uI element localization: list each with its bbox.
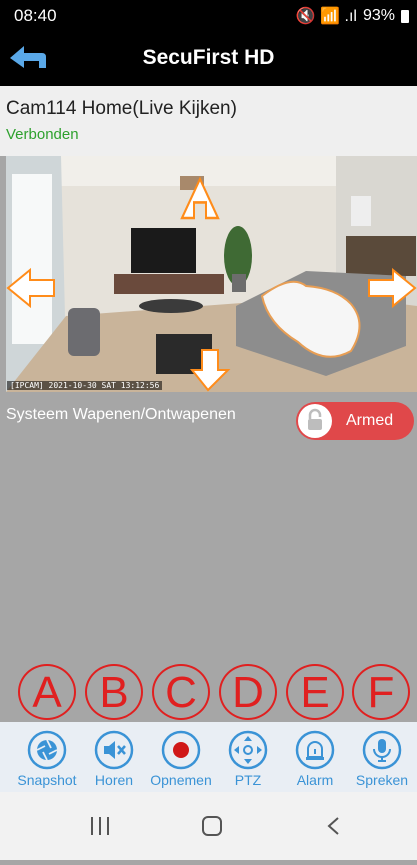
ptz-button[interactable]: PTZ xyxy=(214,722,282,792)
control-toolbar: Snapshot Horen Opnemen PTZ Alarm Spreken xyxy=(0,722,417,792)
system-navigation-bar xyxy=(0,792,417,860)
snapshot-label: Snapshot xyxy=(17,772,77,788)
camera-name: Cam114 Home(Live Kijken) xyxy=(6,98,237,119)
back-nav-icon[interactable] xyxy=(318,812,350,840)
speaker-mute-icon xyxy=(94,730,134,770)
microphone-icon xyxy=(362,730,402,770)
signal-icons: 🔇 📶 .ıl xyxy=(295,8,357,25)
listen-label: Horen xyxy=(94,772,134,788)
camera-shutter-icon xyxy=(27,730,67,770)
annotation-c: C xyxy=(152,664,210,720)
annotation-a: A xyxy=(18,664,76,720)
video-timestamp: [IPCAM] 2021-10-30 SAT 13:12:56 xyxy=(7,381,163,390)
record-icon xyxy=(161,730,201,770)
alarm-button[interactable]: Alarm xyxy=(281,722,349,792)
battery-icon xyxy=(401,9,409,23)
battery-level: 93% xyxy=(362,7,395,24)
record-button[interactable]: Opnemen xyxy=(147,722,215,792)
annotation-b: B xyxy=(85,664,143,720)
live-video-view[interactable]: [IPCAM] 2021-10-30 SAT 13:12:56 xyxy=(6,156,417,392)
alarm-label: Alarm xyxy=(296,772,334,788)
home-icon[interactable] xyxy=(196,812,228,840)
listen-button[interactable]: Horen xyxy=(80,722,148,792)
annotation-d: D xyxy=(219,664,277,720)
live-video-frame xyxy=(6,156,417,392)
connection-status: Verbonden xyxy=(6,126,79,143)
arm-disarm-label: Systeem Wapenen/Ontwapenen xyxy=(6,406,236,423)
alarm-light-icon xyxy=(295,730,335,770)
app-bar: SecuFirst HD xyxy=(0,30,417,86)
snapshot-button[interactable]: Snapshot xyxy=(13,722,81,792)
talk-button[interactable]: Spreken xyxy=(348,722,416,792)
annotation-letters: A B C D E F xyxy=(0,664,417,722)
ptz-arrows-icon xyxy=(228,730,268,770)
annotation-f: F xyxy=(352,664,410,720)
status-indicators: 🔇 📶 .ıl 93% xyxy=(296,6,409,26)
arm-state: Armed xyxy=(346,412,394,429)
arm-disarm-row: Systeem Wapenen/Ontwapenen Armed xyxy=(0,398,417,444)
recent-apps-icon[interactable] xyxy=(80,812,120,840)
ptz-label: PTZ xyxy=(234,772,262,788)
record-label: Opnemen xyxy=(150,772,212,788)
status-bar: 08:40 🔇 📶 .ıl 93% xyxy=(0,0,417,30)
talk-label: Spreken xyxy=(355,772,409,788)
camera-info: Cam114 Home(Live Kijken) Verbonden xyxy=(0,86,417,156)
annotation-e: E xyxy=(286,664,344,720)
lock-icon xyxy=(298,404,332,438)
app-title: SecuFirst HD xyxy=(142,46,275,69)
status-time: 08:40 xyxy=(14,6,57,25)
arm-toggle[interactable]: Armed xyxy=(296,402,414,440)
